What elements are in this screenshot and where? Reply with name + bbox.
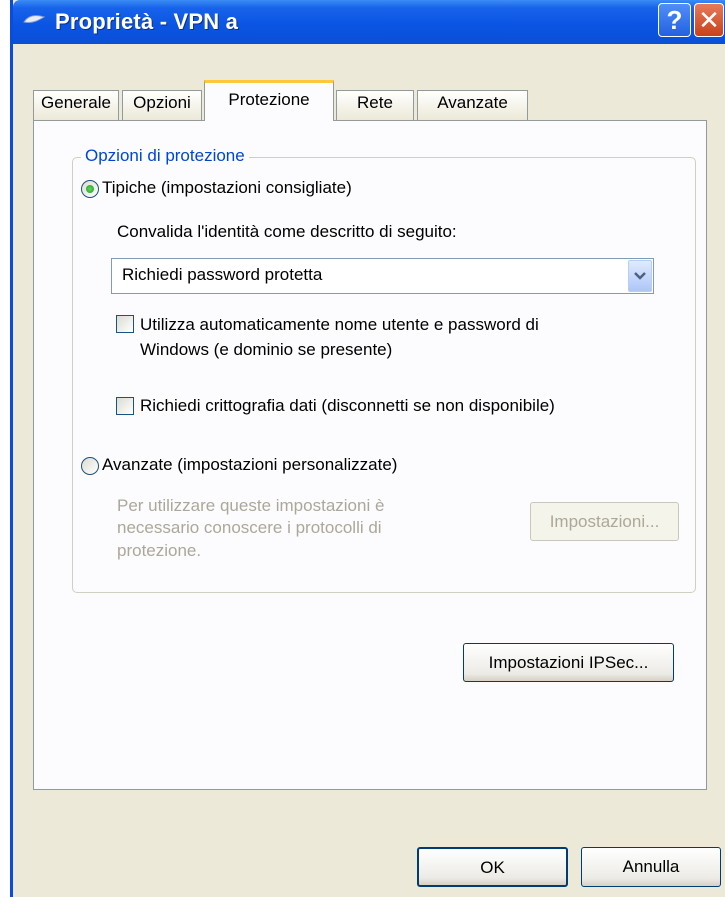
- group-title: Opzioni di protezione: [81, 146, 249, 166]
- advanced-note-line2: necessario conoscere i protocolli di: [117, 518, 382, 537]
- advanced-radio[interactable]: [81, 457, 99, 475]
- ok-button[interactable]: OK: [417, 847, 568, 887]
- advanced-note-line3: protezione.: [117, 541, 202, 560]
- tab-protezione[interactable]: Protezione: [204, 80, 334, 121]
- auto-logon-checkbox[interactable]: [116, 315, 134, 333]
- advanced-note-line1: Per utilizzare queste impostazioni è: [117, 496, 385, 515]
- typical-radio[interactable]: [81, 180, 99, 198]
- tab-opzioni[interactable]: Opzioni: [122, 90, 202, 120]
- tab-rete[interactable]: Rete: [336, 90, 414, 120]
- validate-identity-value: Richiedi password protetta: [122, 265, 323, 284]
- window-title: Proprietà - VPN a: [55, 9, 239, 34]
- tab-avanzate[interactable]: Avanzate: [417, 90, 528, 120]
- encryption-checkbox[interactable]: [116, 397, 134, 415]
- ipsec-settings-button[interactable]: Impostazioni IPSec...: [463, 643, 674, 682]
- properties-dialog: Proprietà - VPN a ? ✕ Generale Opzioni P…: [10, 0, 725, 897]
- validate-identity-select[interactable]: Richiedi password protetta: [111, 258, 654, 294]
- dropdown-button[interactable]: [628, 260, 652, 292]
- cancel-button[interactable]: Annulla: [581, 847, 721, 887]
- auto-logon-label-line2[interactable]: Windows (e dominio se presente): [140, 340, 392, 360]
- advanced-settings-button[interactable]: Impostazioni...: [530, 502, 679, 541]
- tab-generale[interactable]: Generale: [33, 90, 119, 120]
- auto-logon-label-line1[interactable]: Utilizza automaticamente nome utente e p…: [140, 315, 539, 335]
- tab-panel-protezione: Opzioni di protezione Tipiche (impostazi…: [33, 120, 707, 790]
- advanced-label[interactable]: Avanzate (impostazioni personalizzate): [102, 455, 397, 475]
- close-button[interactable]: ✕: [694, 3, 724, 37]
- network-connection-icon: [23, 15, 45, 23]
- typical-label[interactable]: Tipiche (impostazioni consigliate): [102, 178, 352, 198]
- radio-selected-dot: [86, 185, 94, 193]
- help-button[interactable]: ?: [658, 3, 691, 37]
- chevron-down-icon: [634, 272, 646, 280]
- encryption-label[interactable]: Richiedi crittografia dati (disconnetti …: [140, 396, 555, 416]
- validate-label: Convalida l'identità come descritto di s…: [117, 222, 457, 241]
- title-bar[interactable]: Proprietà - VPN a ? ✕: [13, 0, 725, 44]
